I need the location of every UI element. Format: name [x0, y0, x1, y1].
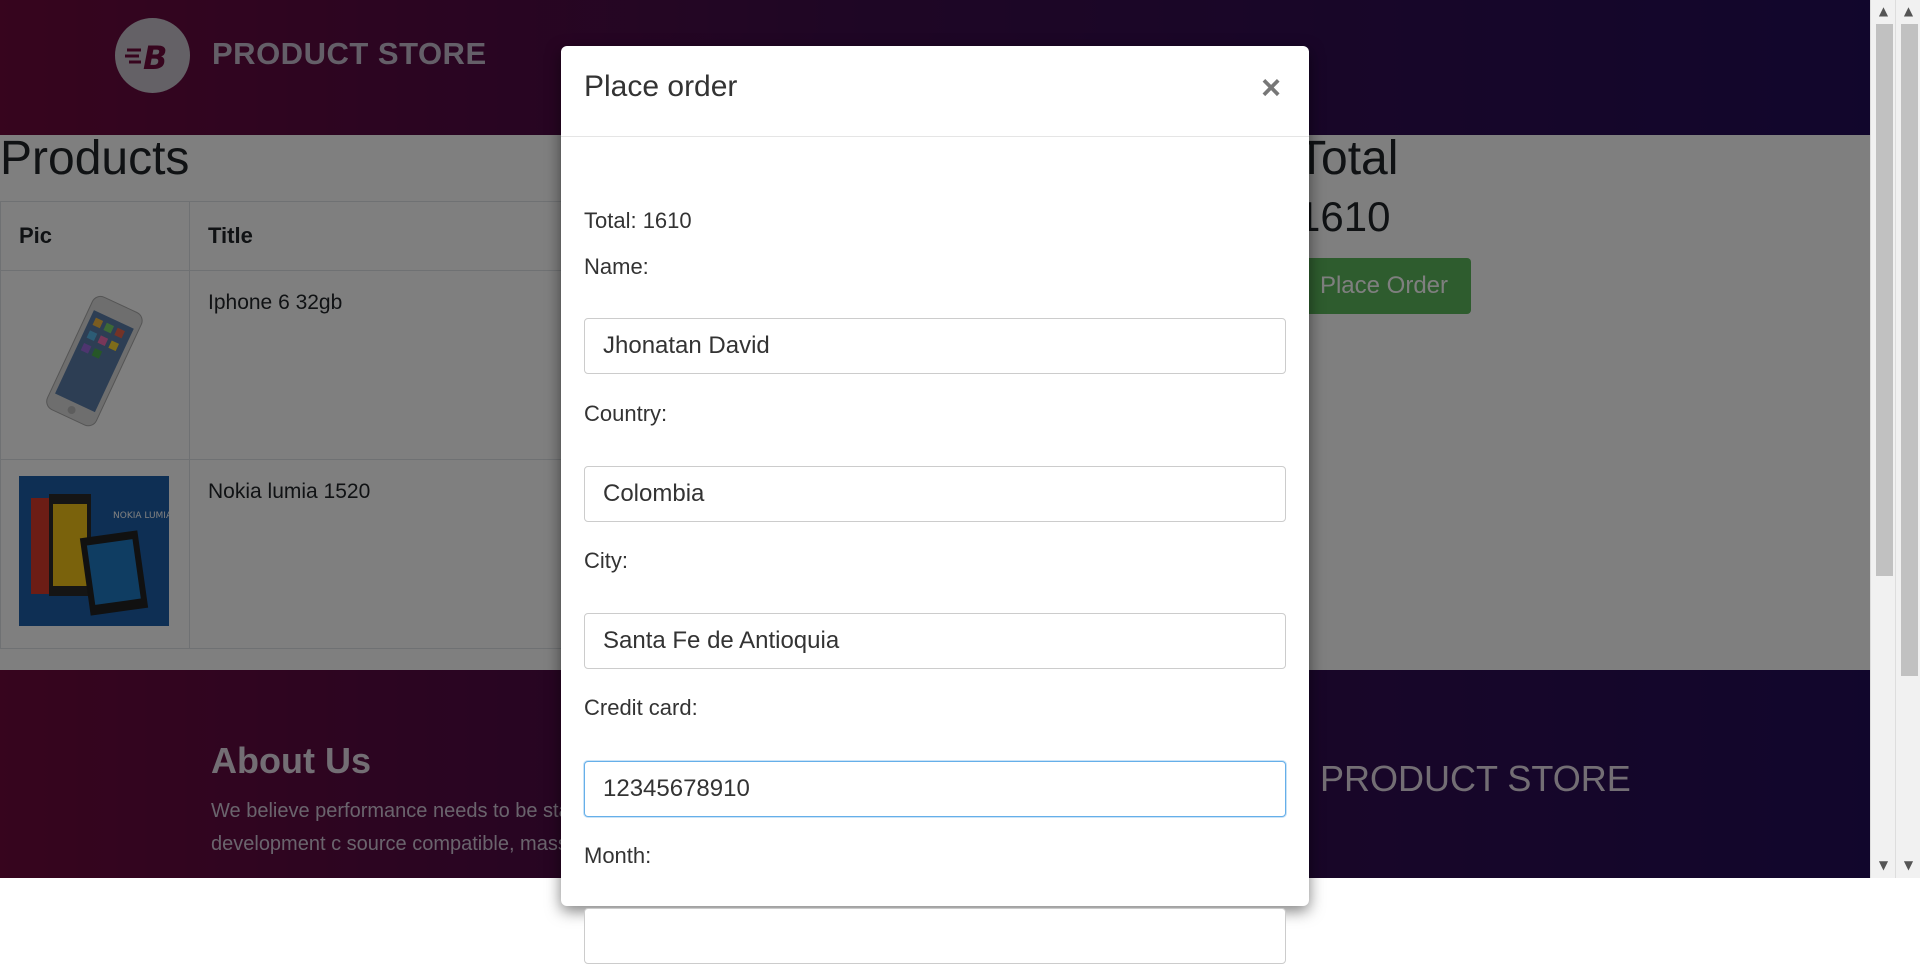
country-input[interactable]	[584, 466, 1286, 522]
close-icon[interactable]: ×	[1255, 68, 1287, 108]
page: B PRODUCT STORE Products Pic Title	[0, 0, 1870, 964]
country-label: Country:	[584, 401, 668, 426]
scroll-down-arrow-icon[interactable]: ▼	[1871, 858, 1896, 872]
place-order-modal: Place order × Total: 1610 Name: Country:…	[561, 46, 1309, 964]
page-scrollbar-thumb[interactable]	[1901, 24, 1918, 676]
scrollbar-area: ▲ ▼ ▲ ▼	[1870, 0, 1920, 878]
modal-title: Place order	[584, 70, 738, 103]
credit-card-input[interactable]	[584, 761, 1286, 817]
city-input[interactable]	[584, 613, 1286, 669]
page-scroll-down-arrow-icon[interactable]: ▼	[1896, 858, 1920, 872]
name-label: Name:	[584, 254, 649, 279]
inner-scrollbar-thumb[interactable]	[1876, 24, 1893, 576]
page-scroll-up-arrow-icon[interactable]: ▲	[1896, 4, 1920, 18]
month-input[interactable]	[584, 908, 1286, 964]
month-label: Month:	[584, 843, 652, 868]
page-scrollbar[interactable]: ▲ ▼	[1895, 0, 1920, 878]
order-total: Total: 1610	[584, 208, 692, 233]
name-input[interactable]	[584, 318, 1286, 374]
modal-header: Place order ×	[561, 46, 1309, 137]
city-label: City:	[584, 548, 628, 573]
inner-scrollbar[interactable]: ▲ ▼	[1870, 0, 1896, 878]
scroll-up-arrow-icon[interactable]: ▲	[1871, 4, 1896, 18]
credit-card-label: Credit card:	[584, 695, 698, 720]
